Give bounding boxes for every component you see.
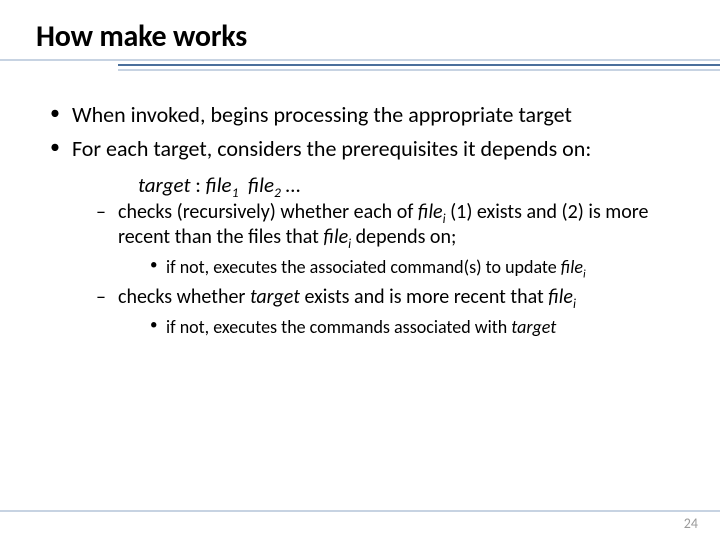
- subsub-list: if not, executes the associated command(…: [148, 256, 684, 279]
- subsub-text: if not, executes the commands associated…: [166, 316, 511, 338]
- subsub-list: if not, executes the commands associated…: [148, 316, 684, 339]
- syntax-sub2: 2: [274, 184, 281, 201]
- syntax-sub1: 1: [232, 184, 239, 201]
- subsub-text: if not, executes the associated command(…: [166, 256, 561, 278]
- target-word: target: [511, 316, 556, 338]
- sub-text: checks whether: [118, 285, 250, 309]
- bullet-item: When invoked, begins processing the appr…: [44, 101, 684, 129]
- sub-list: checks (recursively) whether each of fil…: [96, 200, 684, 338]
- file-i: file: [418, 200, 443, 224]
- title-underline: [0, 59, 720, 81]
- slide: How make works When invoked, begins proc…: [0, 0, 720, 540]
- file-i: file: [323, 225, 348, 249]
- bullet-item: For each target, considers the prerequis…: [44, 135, 684, 339]
- bullet-text: For each target, considers the prerequis…: [72, 135, 591, 162]
- file-i: file: [548, 285, 573, 309]
- footer-rule: [0, 510, 720, 512]
- sub-item: checks whether target exists and is more…: [96, 285, 684, 339]
- page-number: 24: [684, 515, 698, 532]
- syntax-line: target : file1 file2 …: [138, 172, 684, 198]
- bullet-text: When invoked, begins processing the appr…: [72, 101, 572, 128]
- title-block: How make works: [36, 18, 684, 81]
- syntax-ellipsis: …: [281, 172, 300, 198]
- sub-text: depends on;: [351, 225, 456, 249]
- syntax-file2: file: [248, 172, 274, 198]
- subsub-item: if not, executes the commands associated…: [148, 316, 684, 339]
- bullet-list: When invoked, begins processing the appr…: [44, 101, 684, 338]
- syntax-file1: file: [206, 172, 232, 198]
- content: When invoked, begins processing the appr…: [36, 87, 684, 338]
- subsub-item: if not, executes the associated command(…: [148, 256, 684, 279]
- syntax-sep: :: [191, 172, 206, 198]
- sub-text: checks (recursively) whether each of: [118, 200, 418, 224]
- syntax-target: target: [138, 172, 191, 198]
- file-i: file: [561, 256, 583, 278]
- sub-i: i: [583, 268, 586, 282]
- slide-title: How make works: [36, 18, 684, 55]
- sub-i: i: [573, 297, 576, 312]
- sub-item: checks (recursively) whether each of fil…: [96, 200, 684, 279]
- sub-text: exists and is more recent that: [300, 285, 548, 309]
- target-word: target: [250, 285, 300, 309]
